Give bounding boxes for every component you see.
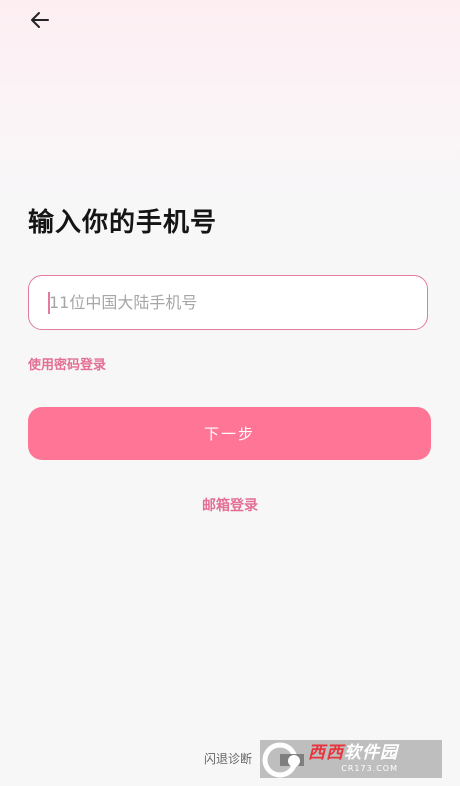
email-login-link[interactable]: 邮箱登录	[0, 495, 460, 515]
next-button[interactable]: 下一步	[28, 407, 431, 460]
watermark-domain: CR173.COM	[341, 764, 398, 773]
arrow-left-icon	[30, 10, 50, 34]
back-button[interactable]	[26, 8, 54, 36]
password-login-link[interactable]: 使用密码登录	[28, 354, 106, 373]
phone-field[interactable]	[28, 275, 428, 330]
text-caret	[48, 292, 50, 314]
watermark: 西西软件园 CR173.COM	[260, 740, 442, 778]
watermark-brand-red: 西西	[308, 743, 344, 763]
phone-input[interactable]	[29, 276, 427, 329]
watermark-logo-icon	[260, 740, 306, 778]
page-title: 输入你的手机号	[28, 208, 218, 238]
crash-diagnosis-link[interactable]: 闪退诊断	[204, 750, 252, 767]
watermark-brand-rest: 软件园	[344, 743, 398, 763]
